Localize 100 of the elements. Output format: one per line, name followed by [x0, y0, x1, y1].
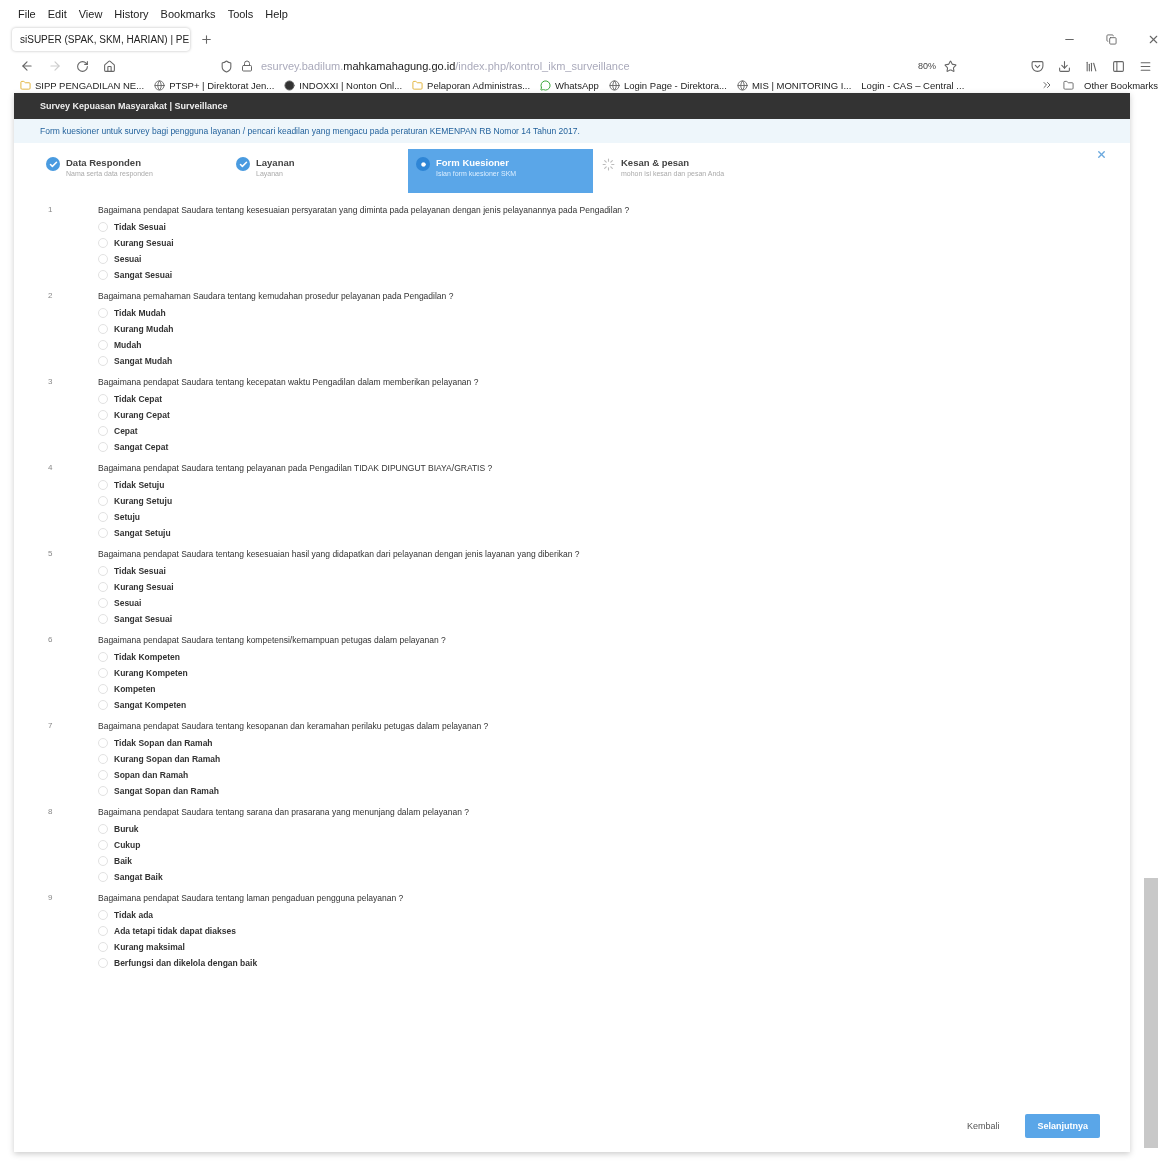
option-label[interactable]: Baik	[114, 855, 132, 866]
option-label[interactable]: Tidak Sesuai	[114, 221, 166, 232]
menu-item[interactable]: Help	[265, 8, 288, 20]
option-label[interactable]: Tidak Sesuai	[114, 565, 166, 576]
bookmark-item[interactable]: MIS | MONITORING I...	[736, 79, 852, 91]
option-label[interactable]: Tidak Sopan dan Ramah	[114, 737, 213, 748]
radio-button[interactable]	[98, 495, 108, 506]
option-label[interactable]: Sangat Kompeten	[114, 699, 187, 710]
radio-button[interactable]	[98, 237, 108, 248]
pocket-icon[interactable]	[1031, 59, 1044, 73]
option-label[interactable]: Ada tetapi tidak dapat diakses	[114, 925, 236, 936]
reload-icon[interactable]	[76, 59, 89, 73]
radio-button[interactable]	[98, 699, 108, 710]
option-label[interactable]: Kurang Sesuai	[114, 237, 174, 248]
radio-button[interactable]	[98, 409, 108, 420]
menu-icon[interactable]	[1139, 59, 1152, 73]
radio-button[interactable]	[98, 355, 108, 366]
radio-button[interactable]	[98, 565, 108, 576]
option-label[interactable]: Kurang Kompeten	[114, 667, 188, 678]
option-label[interactable]: Tidak Mudah	[114, 307, 166, 318]
option-label[interactable]: Buruk	[114, 823, 139, 834]
option-label[interactable]: Kurang Cepat	[114, 409, 170, 420]
menu-item[interactable]: History	[114, 8, 149, 20]
option-label[interactable]: Sangat Sesuai	[114, 269, 173, 280]
radio-button[interactable]	[98, 871, 108, 882]
other-bookmarks[interactable]: Other Bookmarks	[1084, 79, 1158, 91]
bookmark-item[interactable]: Login - CAS – Central ...	[861, 79, 965, 91]
option-label[interactable]: Kurang Sopan dan Ramah	[114, 753, 221, 764]
radio-button[interactable]	[98, 737, 108, 748]
bookmark-item[interactable]: PTSP+ | Direktorat Jen...	[154, 79, 275, 91]
option-label[interactable]: Kurang maksimal	[114, 941, 185, 952]
option-label[interactable]: Tidak Cepat	[114, 393, 163, 404]
option-label[interactable]: Sesuai	[114, 253, 142, 264]
option-label[interactable]: Sangat Setuju	[114, 527, 171, 538]
menu-item[interactable]: View	[78, 8, 103, 20]
new-tab-icon[interactable]	[200, 33, 213, 46]
star-icon[interactable]	[944, 59, 957, 73]
zoom-level[interactable]: 80%	[918, 61, 936, 71]
option-label[interactable]: Kompeten	[114, 683, 156, 694]
option-label[interactable]: Cukup	[114, 839, 141, 850]
radio-button[interactable]	[98, 909, 108, 920]
radio-button[interactable]	[98, 785, 108, 796]
radio-button[interactable]	[98, 581, 108, 592]
radio-button[interactable]	[98, 823, 108, 834]
radio-button[interactable]	[98, 957, 108, 968]
forward-icon[interactable]	[48, 59, 62, 73]
radio-button[interactable]	[98, 769, 108, 780]
option-label[interactable]: Setuju	[114, 511, 140, 522]
close-icon[interactable]	[1096, 149, 1107, 160]
option-label[interactable]: Kurang Sesuai	[114, 581, 174, 592]
option-label[interactable]: Sangat Cepat	[114, 441, 169, 452]
sidebar-icon[interactable]	[1112, 59, 1125, 73]
menu-item[interactable]: Bookmarks	[160, 8, 216, 20]
download-icon[interactable]	[1058, 59, 1071, 73]
bookmark-item[interactable]: Pelaporan Administras...	[412, 79, 531, 91]
radio-button[interactable]	[98, 339, 108, 350]
option-label[interactable]: Cepat	[114, 425, 138, 436]
option-label[interactable]: Kurang Mudah	[114, 323, 174, 334]
library-icon[interactable]	[1085, 59, 1098, 73]
option-label[interactable]: Sangat Mudah	[114, 355, 173, 366]
radio-button[interactable]	[98, 941, 108, 952]
radio-button[interactable]	[98, 527, 108, 538]
option-label[interactable]: Mudah	[114, 339, 142, 350]
option-label[interactable]: Tidak Setuju	[114, 479, 165, 490]
radio-button[interactable]	[98, 839, 108, 850]
option-label[interactable]: Kurang Setuju	[114, 495, 173, 506]
radio-button[interactable]	[98, 425, 108, 436]
radio-button[interactable]	[98, 597, 108, 608]
back-icon[interactable]	[20, 59, 34, 73]
radio-button[interactable]	[98, 651, 108, 662]
scrollbar-thumb[interactable]	[1144, 878, 1158, 1148]
radio-button[interactable]	[98, 511, 108, 522]
radio-button[interactable]	[98, 221, 108, 232]
radio-button[interactable]	[98, 753, 108, 764]
option-label[interactable]: Tidak ada	[114, 909, 154, 920]
radio-button[interactable]	[98, 479, 108, 490]
bookmark-item[interactable]: WhatsApp	[540, 79, 599, 91]
close-icon[interactable]	[1147, 33, 1160, 46]
back-button[interactable]: Kembali	[960, 1120, 1006, 1132]
radio-button[interactable]	[98, 441, 108, 452]
option-label[interactable]: Sangat Baik	[114, 871, 163, 882]
radio-button[interactable]	[98, 855, 108, 866]
radio-button[interactable]	[98, 667, 108, 678]
radio-button[interactable]	[98, 613, 108, 624]
radio-button[interactable]	[98, 393, 108, 404]
bookmark-item[interactable]: SIPP PENGADILAN NE...	[20, 79, 145, 91]
home-icon[interactable]	[103, 59, 116, 73]
menu-item[interactable]: Tools	[227, 8, 254, 20]
bookmark-item[interactable]: INDOXXI | Nonton Onl...	[284, 79, 403, 91]
radio-button[interactable]	[98, 323, 108, 334]
option-label[interactable]: Tidak Kompeten	[114, 651, 180, 662]
option-label[interactable]: Sopan dan Ramah	[114, 769, 189, 780]
browser-tab[interactable]: siSUPER (SPAK, SKM, HARIAN) | PE	[12, 28, 190, 51]
menu-item[interactable]: Edit	[47, 8, 67, 20]
radio-button[interactable]	[98, 253, 108, 264]
bookmark-item[interactable]: Login Page - Direktora...	[608, 79, 727, 91]
option-label[interactable]: Sangat Sesuai	[114, 613, 173, 624]
option-label[interactable]: Sesuai	[114, 597, 142, 608]
option-label[interactable]: Sangat Sopan dan Ramah	[114, 785, 219, 796]
menu-item[interactable]: File	[18, 8, 36, 20]
